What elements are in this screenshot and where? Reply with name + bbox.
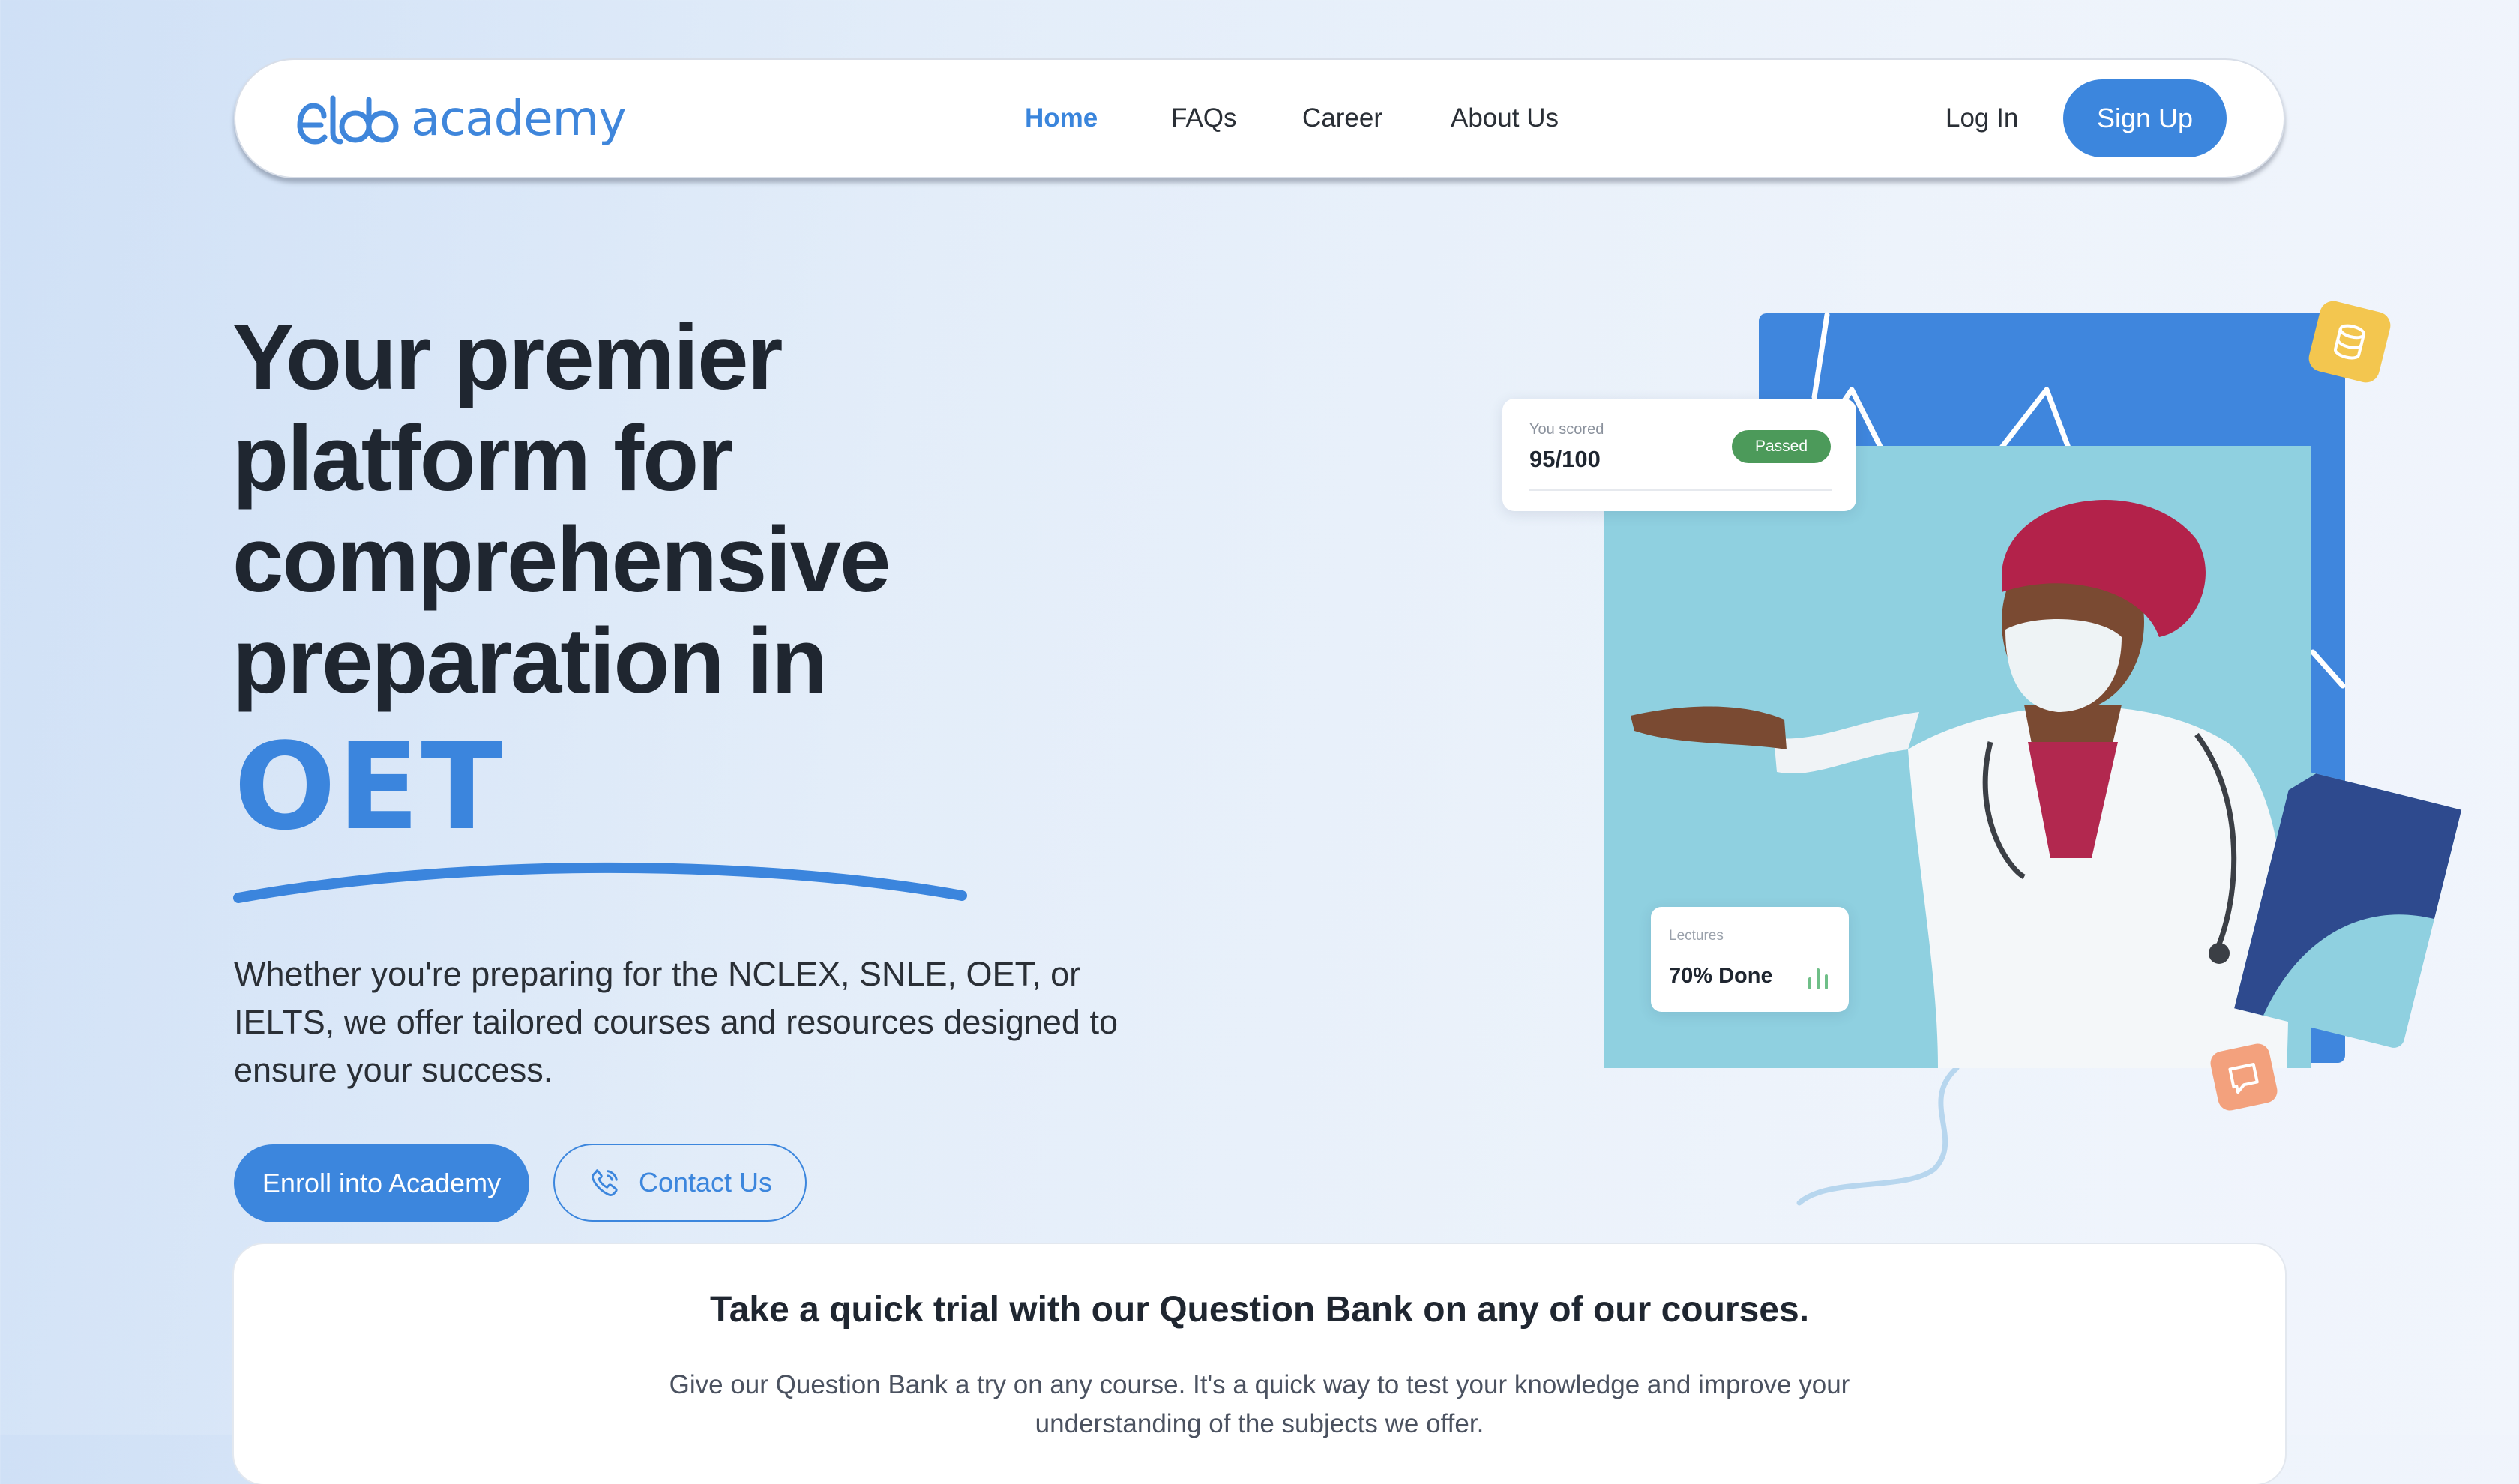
- trial-title: Take a quick trial with our Question Ban…: [709, 1290, 1810, 1330]
- lectures-card: Lectures 70% Done: [1651, 907, 1849, 1012]
- trial-description: Give our Question Bank a try on any cour…: [669, 1370, 1850, 1438]
- lectures-label: Lectures: [1669, 928, 1724, 944]
- score-card: You scored 95/100 Passed: [1502, 399, 1856, 511]
- hero-illustration: [1604, 301, 2462, 1206]
- passed-badge: Passed: [1732, 430, 1831, 463]
- score-label: You scored: [1529, 421, 1604, 438]
- question-bank-trial-card: Take a quick trial with our Question Ban…: [234, 1244, 2285, 1484]
- bar-chart-icon: [1808, 968, 1828, 989]
- score-divider: [1529, 489, 1832, 491]
- score-value: 95/100: [1529, 446, 1601, 472]
- chat-icon-badge: [2210, 1043, 2278, 1111]
- lectures-progress: 70% Done: [1669, 964, 1773, 988]
